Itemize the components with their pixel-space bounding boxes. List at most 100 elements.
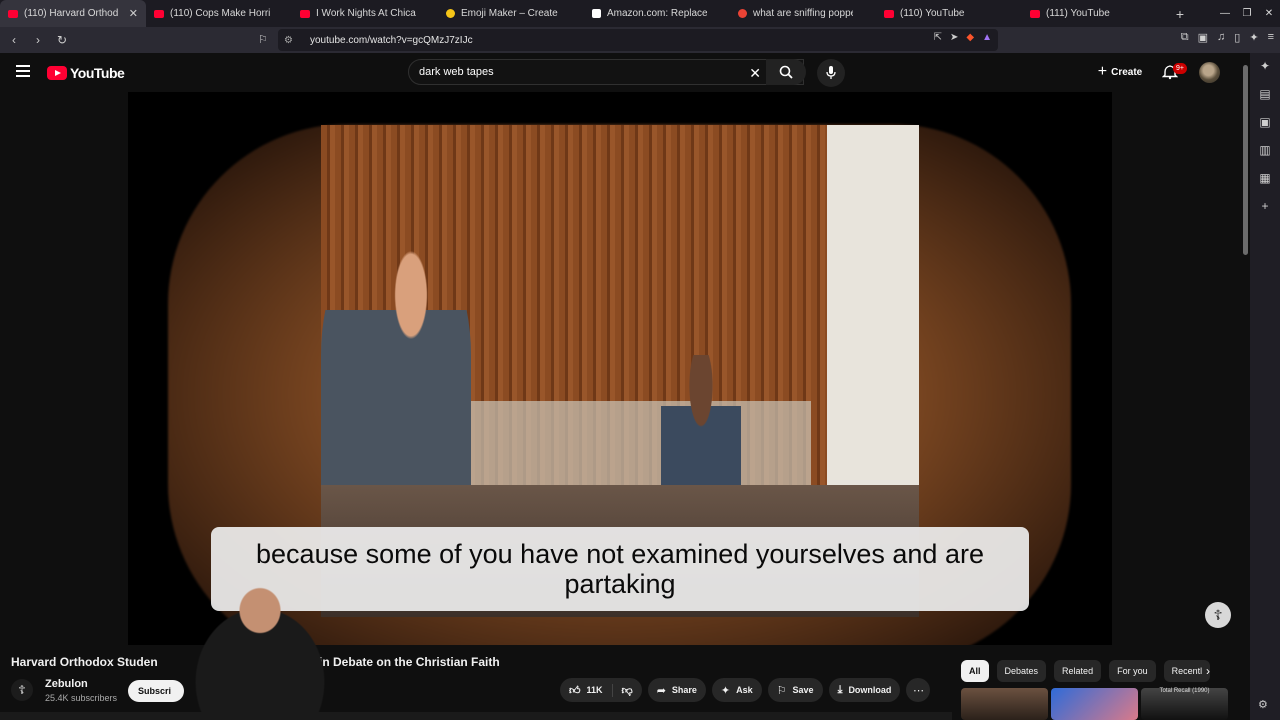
account-avatar[interactable] <box>1199 62 1220 83</box>
browser-tab[interactable]: what are sniffing poppers <box>730 0 876 27</box>
bookmarks-sidebar-icon[interactable]: ▥ <box>1250 143 1280 157</box>
search-icon <box>738 9 747 18</box>
video-player[interactable]: because some of you have not examined yo… <box>128 92 1112 645</box>
maximize-icon[interactable]: ❐ <box>1236 8 1258 19</box>
bookmark-icon: ⚐ <box>776 684 787 697</box>
forward-icon[interactable]: › <box>28 33 48 47</box>
browser-toolbar: ‹ › ↻ ⚐ ⚙ youtube.com/watch?v=gcQMzJ7zIJ… <box>0 27 1280 53</box>
create-button[interactable]: + Create <box>1088 59 1152 85</box>
back-icon[interactable]: ‹ <box>4 33 24 47</box>
chip-recently[interactable]: Recentl <box>1163 660 1211 682</box>
thumbs-down-icon: 👎︎ <box>621 684 633 697</box>
ask-button[interactable]: ✦ Ask <box>711 678 762 702</box>
related-thumbnails: Total Recall (1990) <box>961 688 1228 720</box>
url-bar-icons: ⇱ ➤ ◆ ▲ <box>934 32 992 43</box>
browser-tab-bar: (110) Harvard Orthod ✕ (110) Cops Make Ho… <box>0 0 1280 27</box>
browser-tab[interactable]: I Work Nights At Chicago U <box>292 0 438 27</box>
channel-watermark[interactable]: ☦ <box>1205 602 1231 628</box>
url-text: youtube.com/watch?v=gcQMzJ7zIJc <box>310 34 473 46</box>
sparkle-icon: ✦ <box>720 684 731 697</box>
search-query: dark web tapes <box>419 66 494 78</box>
webcam-overlay <box>160 568 360 720</box>
address-bar[interactable]: ⚙ youtube.com/watch?v=gcQMzJ7zIJc ⇱ ➤ ◆ … <box>278 29 998 51</box>
like-button[interactable]: 👍︎ 11K <box>560 683 613 697</box>
youtube-icon <box>1030 9 1040 18</box>
like-dislike-group: 👍︎ 11K 👎︎ <box>560 678 642 702</box>
microphone-icon <box>826 66 836 79</box>
browser-tab[interactable]: (111) YouTube <box>1022 0 1168 27</box>
plus-icon: + <box>1097 63 1108 80</box>
minimize-icon[interactable]: — <box>1214 8 1236 19</box>
notification-badge: 9+ <box>1173 63 1187 74</box>
description-box-edge <box>0 712 952 720</box>
chip-related[interactable]: Related <box>1054 660 1102 682</box>
related-chips: All Debates Related For you Recentl <box>961 660 1211 682</box>
related-video-thumbnail[interactable] <box>1051 688 1138 720</box>
search-button[interactable] <box>766 59 806 85</box>
leo-icon[interactable]: ✦ <box>1249 31 1258 44</box>
search-input[interactable]: dark web tapes ✕ <box>408 59 804 85</box>
brave-shield-icon[interactable]: ◆ <box>966 32 974 43</box>
guide-menu-icon[interactable] <box>16 65 30 77</box>
browser-sidebar: ✦ ▤ ▣ ▥ ▦ + <box>1250 53 1280 720</box>
subscriber-count: 25.4K subscribers <box>45 693 118 703</box>
history-sidebar-icon[interactable]: ▦ <box>1250 171 1280 185</box>
share-icon: ➦ <box>656 684 666 697</box>
youtube-header: YouTube dark web tapes ✕ + Create 9+ <box>0 53 1240 93</box>
thumbnail-caption: Total Recall (1990) <box>1159 688 1210 694</box>
channel-name[interactable]: Zebulon <box>45 678 88 690</box>
settings-icon[interactable]: ⚙ <box>1258 698 1268 711</box>
sidebar-toggle-icon[interactable]: ▯ <box>1234 31 1240 44</box>
youtube-icon <box>154 9 164 18</box>
site-info-icon[interactable]: ⚙ <box>284 35 296 46</box>
related-video-thumbnail[interactable] <box>961 688 1048 720</box>
bookmark-icon[interactable]: ⚐ <box>258 33 268 46</box>
media-icon[interactable]: ♫ <box>1217 31 1225 44</box>
youtube-logo[interactable]: YouTube <box>47 65 125 81</box>
chip-for-you[interactable]: For you <box>1109 660 1156 682</box>
save-button[interactable]: ⚐ Save <box>767 678 823 702</box>
download-button[interactable]: ⤓ Download <box>828 678 901 702</box>
reload-icon[interactable]: ↻ <box>52 33 72 47</box>
browser-tab[interactable]: (110) Cops Make Horrifying <box>146 0 292 27</box>
chevron-right-icon[interactable]: › <box>1206 664 1210 678</box>
download-icon: ⤓ <box>837 683 843 696</box>
new-tab-icon[interactable]: + <box>1168 6 1192 22</box>
youtube-icon <box>884 9 894 18</box>
add-sidebar-icon[interactable]: + <box>1250 199 1280 213</box>
video-actions: 👍︎ 11K 👎︎ ➦ Share ✦ Ask ⚐ Save ⤓ Download ⋯ <box>560 678 931 702</box>
close-window-icon[interactable]: ✕ <box>1258 8 1280 19</box>
related-video-thumbnail[interactable]: Total Recall (1990) <box>1141 688 1228 720</box>
rewards-icon[interactable]: ▲ <box>982 32 992 43</box>
leo-sidebar-icon[interactable]: ✦ <box>1250 59 1280 73</box>
share-button[interactable]: ➦ Share <box>647 678 706 702</box>
page-scrollbar[interactable] <box>1240 53 1250 720</box>
extensions-icon[interactable]: ⧉ <box>1181 31 1189 44</box>
scrollbar-thumb[interactable] <box>1243 65 1248 255</box>
youtube-play-icon <box>47 66 67 80</box>
browser-tab[interactable]: Emoji Maker – Create Custo <box>438 0 584 27</box>
open-external-icon[interactable]: ⇱ <box>934 32 942 43</box>
chip-debates[interactable]: Debates <box>996 660 1047 682</box>
clear-search-icon[interactable]: ✕ <box>749 65 761 82</box>
wallet-icon[interactable]: ▣ <box>1198 31 1208 44</box>
browser-tab[interactable]: (110) Harvard Orthod ✕ <box>0 0 146 27</box>
video-wall <box>827 125 919 545</box>
close-icon[interactable]: ✕ <box>129 7 138 20</box>
channel-avatar[interactable]: ☦ <box>11 679 33 701</box>
window-controls: — ❐ ✕ <box>1214 0 1280 27</box>
amazon-icon <box>592 9 601 18</box>
emoji-icon <box>446 9 455 18</box>
chip-all[interactable]: All <box>961 660 989 682</box>
wallet-sidebar-icon[interactable]: ▣ <box>1250 115 1280 129</box>
youtube-icon <box>300 9 310 18</box>
reading-list-icon[interactable]: ▤ <box>1250 87 1280 101</box>
more-actions-icon[interactable]: ⋯ <box>906 678 931 702</box>
menu-icon[interactable]: ≡ <box>1268 31 1274 44</box>
browser-tab[interactable]: (110) YouTube <box>876 0 1022 27</box>
browser-tab[interactable]: Amazon.com: Replacement <box>584 0 730 27</box>
send-icon[interactable]: ➤ <box>950 32 958 43</box>
voice-search-button[interactable] <box>817 59 845 87</box>
dislike-button[interactable]: 👎︎ <box>613 684 642 697</box>
thumbs-up-icon: 👍︎ <box>569 684 581 697</box>
